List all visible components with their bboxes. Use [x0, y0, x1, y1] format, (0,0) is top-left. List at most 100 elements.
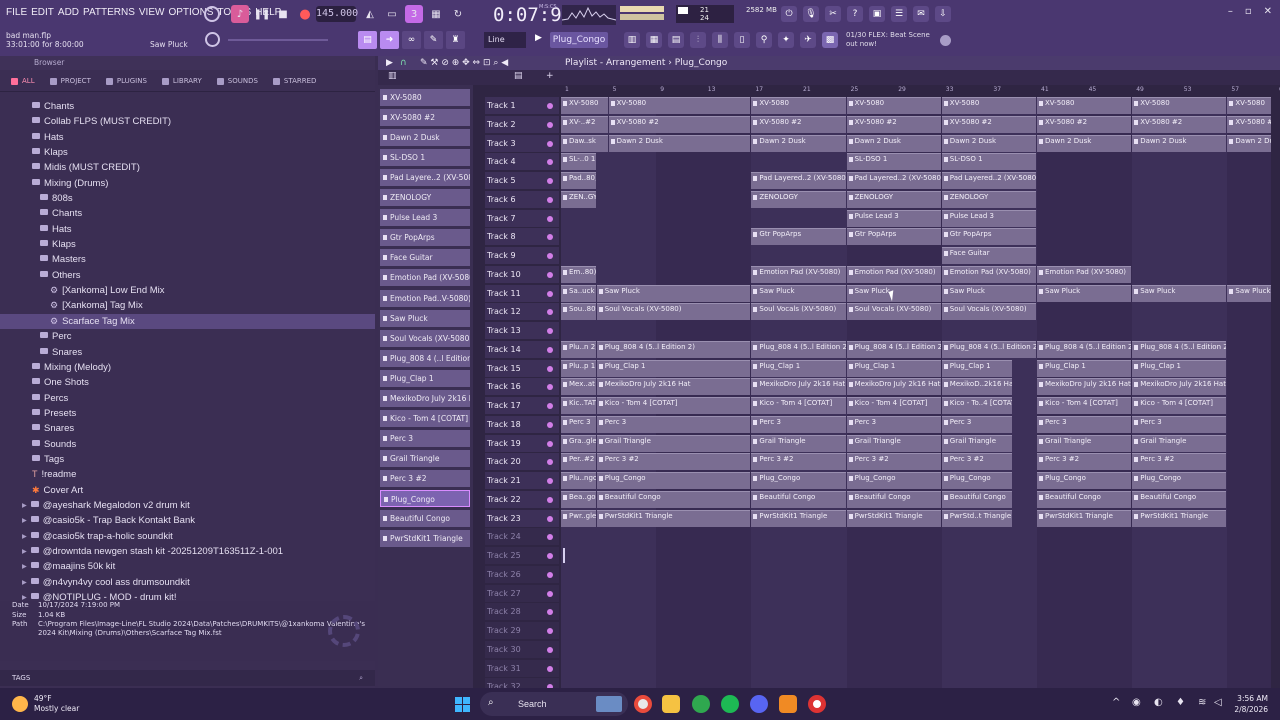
track-header[interactable]: Track 31: [485, 659, 559, 677]
tab-all[interactable]: ALL: [6, 77, 45, 85]
track-header[interactable]: Track 3: [485, 134, 559, 152]
tab-project[interactable]: PROJECT: [45, 77, 101, 85]
track-mute-icon[interactable]: [547, 178, 553, 184]
playlist-clip[interactable]: Plug_Congo: [1132, 472, 1227, 489]
playlist-clip[interactable]: Bea..go: [561, 490, 596, 508]
playlist-clip[interactable]: XV-5080: [941, 97, 1036, 114]
volume-icon[interactable]: ◁: [1214, 697, 1222, 708]
playlist-clip[interactable]: SL-DSO 1: [941, 153, 1036, 171]
playlist-clip[interactable]: Plu..ngo: [561, 472, 596, 489]
playlist-clip[interactable]: Kico - Tom 4 [COTAT]: [751, 397, 846, 414]
track-header[interactable]: Track 15: [485, 359, 559, 377]
folder-item[interactable]: One Shots: [0, 375, 375, 390]
playlist-clip[interactable]: XV-5080: [608, 97, 751, 114]
track-header[interactable]: Track 10: [485, 265, 559, 283]
playlist-clip[interactable]: Pwr..gle: [561, 509, 596, 527]
pencil-icon[interactable]: ✎: [424, 31, 443, 49]
playlist-clip[interactable]: ZENOLOGY: [941, 190, 1036, 208]
playlist-clip[interactable]: Beautiful Congo: [1132, 490, 1227, 508]
playlist-clip[interactable]: Plug_808 4 (5..l Edition 2): [846, 340, 941, 358]
playlist-clip[interactable]: Perc 3: [941, 415, 1013, 433]
opera-icon[interactable]: [808, 695, 826, 713]
wifi-icon[interactable]: ≋: [1198, 697, 1206, 708]
expand-arrow-icon[interactable]: ▸: [22, 561, 27, 572]
track-mute-icon[interactable]: [547, 571, 553, 578]
track-header[interactable]: Track 18: [485, 415, 559, 433]
menu-view[interactable]: VIEW: [137, 7, 167, 18]
tab-sounds[interactable]: SOUNDS: [212, 77, 268, 85]
folder-item[interactable]: ▸ @maajins 50k kit: [0, 559, 375, 574]
minimize-icon[interactable]: –: [1228, 6, 1233, 17]
track-header[interactable]: Track 13: [485, 322, 559, 339]
pattern-item[interactable]: Emotion Pad (XV-5080): [380, 269, 470, 287]
track-mute-icon[interactable]: [547, 421, 553, 428]
track-header[interactable]: Track 30: [485, 640, 559, 658]
playlist-clip[interactable]: Plug_Clap 1: [596, 359, 751, 377]
tray-app2-icon[interactable]: ◐: [1154, 697, 1163, 708]
expand-arrow-icon[interactable]: ▸: [22, 500, 27, 511]
folder-item[interactable]: ▸ @ayeshark Megalodon v2 drum kit: [0, 498, 375, 513]
playlist-clip[interactable]: PwrStdKit1 Triangle: [1132, 509, 1227, 527]
record-icon[interactable]: ●: [296, 5, 314, 23]
playlist-clip[interactable]: Kico - Tom 4 [COTAT]: [846, 397, 941, 414]
weather-icon[interactable]: [12, 696, 28, 712]
track-header[interactable]: Track 16: [485, 378, 559, 396]
track-mute-icon[interactable]: [547, 290, 553, 297]
playlist-clip[interactable]: Emotion Pad (XV-5080): [751, 265, 846, 283]
pattern-item[interactable]: Perc 3 #2: [380, 469, 470, 487]
track-header[interactable]: Track 27: [485, 584, 559, 602]
playlist-clip[interactable]: Gra..gle: [561, 434, 596, 452]
pattern-item[interactable]: Pulse Lead 3: [380, 209, 470, 227]
folder-item[interactable]: Mixing (Drums): [0, 176, 375, 191]
touch-keyboard-icon[interactable]: ✈: [800, 32, 816, 48]
tab-starred[interactable]: STARRED: [268, 77, 327, 85]
file-icon[interactable]: ▯: [734, 32, 750, 48]
pattern-item[interactable]: Dawn 2 Dusk: [380, 129, 470, 147]
track-mute-icon[interactable]: [547, 646, 553, 653]
track-mute-icon[interactable]: [547, 515, 553, 522]
track-header[interactable]: Track 8: [485, 228, 559, 246]
playlist-clip[interactable]: Plu..p 1: [561, 359, 596, 377]
loop-record-icon[interactable]: ↻: [449, 5, 467, 23]
folder-item[interactable]: Tags: [0, 452, 375, 467]
track-mute-icon[interactable]: [547, 309, 553, 316]
playlist-clip[interactable]: XV-5080: [846, 97, 941, 114]
mixer-icon[interactable]: ☰: [891, 6, 907, 22]
close-icon[interactable]: ✕: [1264, 6, 1272, 17]
playlist-clip[interactable]: XV-5080: [751, 97, 846, 114]
playlist-clip[interactable]: Saw Pluck: [751, 284, 846, 302]
track-mute-icon[interactable]: [547, 553, 553, 559]
folder-item[interactable]: Perc: [0, 329, 375, 344]
position-slider[interactable]: [228, 39, 328, 41]
playlist-clip[interactable]: Grail Triangle: [1037, 434, 1132, 452]
folder-item[interactable]: Snares: [0, 421, 375, 436]
playlist-clip[interactable]: Kico - Tom 4 [COTAT]: [1132, 397, 1227, 414]
playlist-clip[interactable]: Perc 3 #2: [846, 453, 941, 471]
plugin-icon[interactable]: ⚲: [756, 32, 772, 48]
playlist-clip[interactable]: Gtr PopArps: [751, 228, 846, 246]
folder-item[interactable]: Snares: [0, 345, 375, 360]
folder-item[interactable]: Chants: [0, 99, 375, 114]
track-header[interactable]: Track 6: [485, 190, 559, 208]
playlist-clip[interactable]: Gtr PopArps: [941, 228, 1036, 246]
tab-library[interactable]: LIBRARY: [157, 77, 212, 85]
track-header[interactable]: Track 2: [485, 115, 559, 133]
playlist-clip[interactable]: Dawn 2 Dusk: [751, 134, 846, 152]
playlist-clip[interactable]: Kico - Tom 4 [COTAT]: [596, 397, 751, 414]
pattern-item[interactable]: Soul Vocals (XV-5080): [380, 329, 470, 347]
playlist-clip[interactable]: SL-DSO 1: [846, 153, 941, 171]
playlist-clip[interactable]: Grail Triangle: [846, 434, 941, 452]
file-item[interactable]: ✱ Cover Art: [0, 483, 375, 498]
track-mute-icon[interactable]: [547, 609, 553, 616]
countdown-icon[interactable]: 3: [405, 5, 423, 23]
playlist-clip[interactable]: Dawn 2 Dusk: [1227, 134, 1271, 152]
tray-app3-icon[interactable]: ♦: [1176, 697, 1185, 708]
playlist-clip[interactable]: PwrStdKit1 Triangle: [751, 509, 846, 527]
playlist-clip[interactable]: Grail Triangle: [941, 434, 1013, 452]
playlist-clip[interactable]: Plug_Congo: [596, 472, 751, 489]
track-mute-icon[interactable]: [547, 628, 553, 634]
pattern-item[interactable]: SL-DSO 1: [380, 149, 470, 167]
maximize-icon[interactable]: ▫: [1245, 6, 1252, 17]
playlist-clip[interactable]: Pad Layered..2 (XV-5080): [846, 172, 941, 189]
tab-plugins[interactable]: PLUGINS: [101, 77, 157, 85]
